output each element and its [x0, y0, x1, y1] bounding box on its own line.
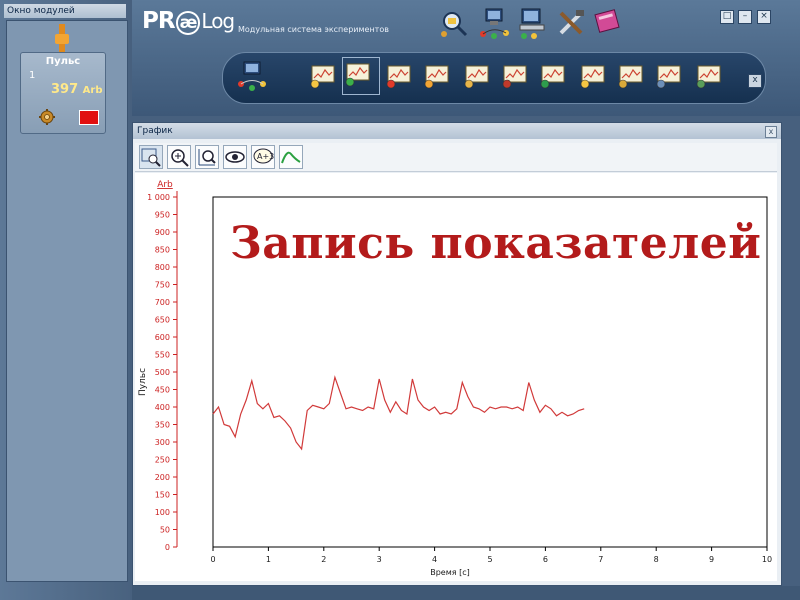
x-tick-label: 10 — [762, 555, 772, 564]
restore-button[interactable]: □ — [720, 10, 734, 24]
cursor-zoom-icon — [141, 148, 161, 167]
toolbar-close-button[interactable]: x — [748, 74, 762, 88]
app-subtitle: Модульная система экспериментов — [238, 25, 389, 34]
x-tick-label: 5 — [487, 555, 492, 564]
graph-window: График x A+3 0 50 100 150 200 250 300 350 400 450… — [132, 122, 782, 586]
help-book-icon[interactable] — [594, 8, 622, 36]
x-axis-label: Время [с] — [430, 568, 470, 577]
main-toolbar — [222, 52, 766, 104]
y-tick-label: 0 — [165, 543, 170, 552]
x-tick-label: 1 — [266, 555, 271, 564]
zoom-in-tool[interactable] — [167, 145, 191, 169]
view-tool[interactable] — [223, 145, 247, 169]
y-tick-label: 800 — [155, 263, 170, 272]
y-axis-label: Пульс — [138, 368, 148, 396]
y-tick-label: 350 — [155, 421, 170, 430]
network-computer-icon[interactable] — [478, 6, 512, 40]
gear-icon[interactable] — [39, 109, 55, 125]
y-tick-label: 450 — [155, 386, 170, 395]
graph-close-button[interactable]: x — [765, 126, 777, 138]
search-settings-icon[interactable] — [438, 8, 470, 40]
x-tick-label: 9 — [709, 555, 714, 564]
graph-settings-icon[interactable] — [308, 60, 338, 90]
y-tick-label: 250 — [155, 456, 170, 465]
curve-fit-tool[interactable] — [279, 145, 303, 169]
y-tick-label: 700 — [155, 298, 170, 307]
close-button[interactable]: × — [757, 10, 771, 24]
excel-export-icon[interactable] — [538, 60, 568, 90]
save-disk-icon[interactable] — [500, 60, 530, 90]
y-tick-label: 200 — [155, 473, 170, 482]
y-tick-label: 400 — [155, 403, 170, 412]
tools-icon[interactable] — [556, 8, 586, 38]
lock-icon[interactable] — [616, 60, 646, 90]
annotation-tool[interactable]: A+3 — [251, 145, 275, 169]
pulse-series-line — [212, 375, 585, 451]
logo-pr-text: PR — [142, 8, 176, 34]
y-tick-label: 300 — [155, 438, 170, 447]
logo-ae-text: æ — [175, 11, 201, 35]
y-unit-label: Arb — [157, 180, 173, 190]
graph-eraser-icon[interactable] — [578, 60, 608, 90]
cursor-zoom-tool[interactable] — [139, 145, 163, 169]
network-computer-icon[interactable] — [234, 58, 270, 94]
connector-icon — [55, 24, 69, 54]
module-value: 397 — [51, 82, 79, 97]
graph-window-title: График — [133, 123, 781, 139]
y-tick-label: 850 — [155, 246, 170, 255]
graph-toolbar: A+3 — [135, 143, 777, 172]
module-name: Пульс — [45, 56, 81, 67]
overlay-caption: Запись показателей — [230, 218, 762, 269]
open-folder-icon[interactable] — [462, 60, 492, 90]
x-tick-label: 4 — [432, 555, 437, 564]
record-stop-button[interactable] — [79, 110, 99, 125]
y-tick-label: 550 — [155, 351, 170, 360]
graph-probe-icon[interactable] — [422, 60, 452, 90]
y-tick-label: 600 — [155, 333, 170, 342]
modules-window-title: Окно модулей — [4, 4, 126, 18]
y-tick-label: 50 — [160, 526, 170, 535]
x-tick-label: 3 — [377, 555, 382, 564]
computer-icon[interactable] — [694, 60, 724, 90]
y-tick-label: 500 — [155, 368, 170, 377]
x-tick-label: 0 — [210, 555, 215, 564]
y-tick-label: 100 — [155, 508, 170, 517]
zoom-axes-tool[interactable] — [195, 145, 219, 169]
graph-running-icon[interactable] — [342, 57, 380, 95]
x-tick-label: 6 — [543, 555, 548, 564]
module-value-display: 397 Arb — [51, 82, 103, 97]
zoom-in-icon — [171, 149, 189, 167]
y-tick-label: 150 — [155, 491, 170, 500]
module-channel: 1 — [29, 70, 36, 81]
minimize-button[interactable]: – — [738, 10, 752, 24]
y-tick-label: 750 — [155, 281, 170, 290]
prolog-logo: PR æ Log — [142, 8, 235, 35]
svg-text:A+3: A+3 — [257, 152, 274, 161]
x-tick-label: 7 — [598, 555, 603, 564]
y-tick-label: 900 — [155, 228, 170, 237]
y-tick-label: 950 — [155, 211, 170, 220]
x-tick-label: 2 — [321, 555, 326, 564]
bottom-strip — [132, 586, 800, 600]
y-tick-label: 650 — [155, 316, 170, 325]
annotation-icon: A+3 — [253, 148, 274, 164]
curve-fit-icon — [281, 151, 301, 164]
eye-icon — [225, 151, 245, 163]
x-tick-label: 8 — [654, 555, 659, 564]
logo-log-text: Log — [201, 9, 235, 33]
zoom-axes-icon — [198, 149, 216, 166]
printer-icon[interactable] — [654, 60, 684, 90]
y-tick-label: 1 000 — [147, 193, 170, 202]
computer-probe-icon[interactable] — [516, 6, 550, 40]
module-unit: Arb — [82, 85, 103, 96]
graph-thermometer-icon[interactable] — [384, 60, 414, 90]
module-card-pulse[interactable]: Пульс 1 397 Arb — [20, 52, 106, 134]
